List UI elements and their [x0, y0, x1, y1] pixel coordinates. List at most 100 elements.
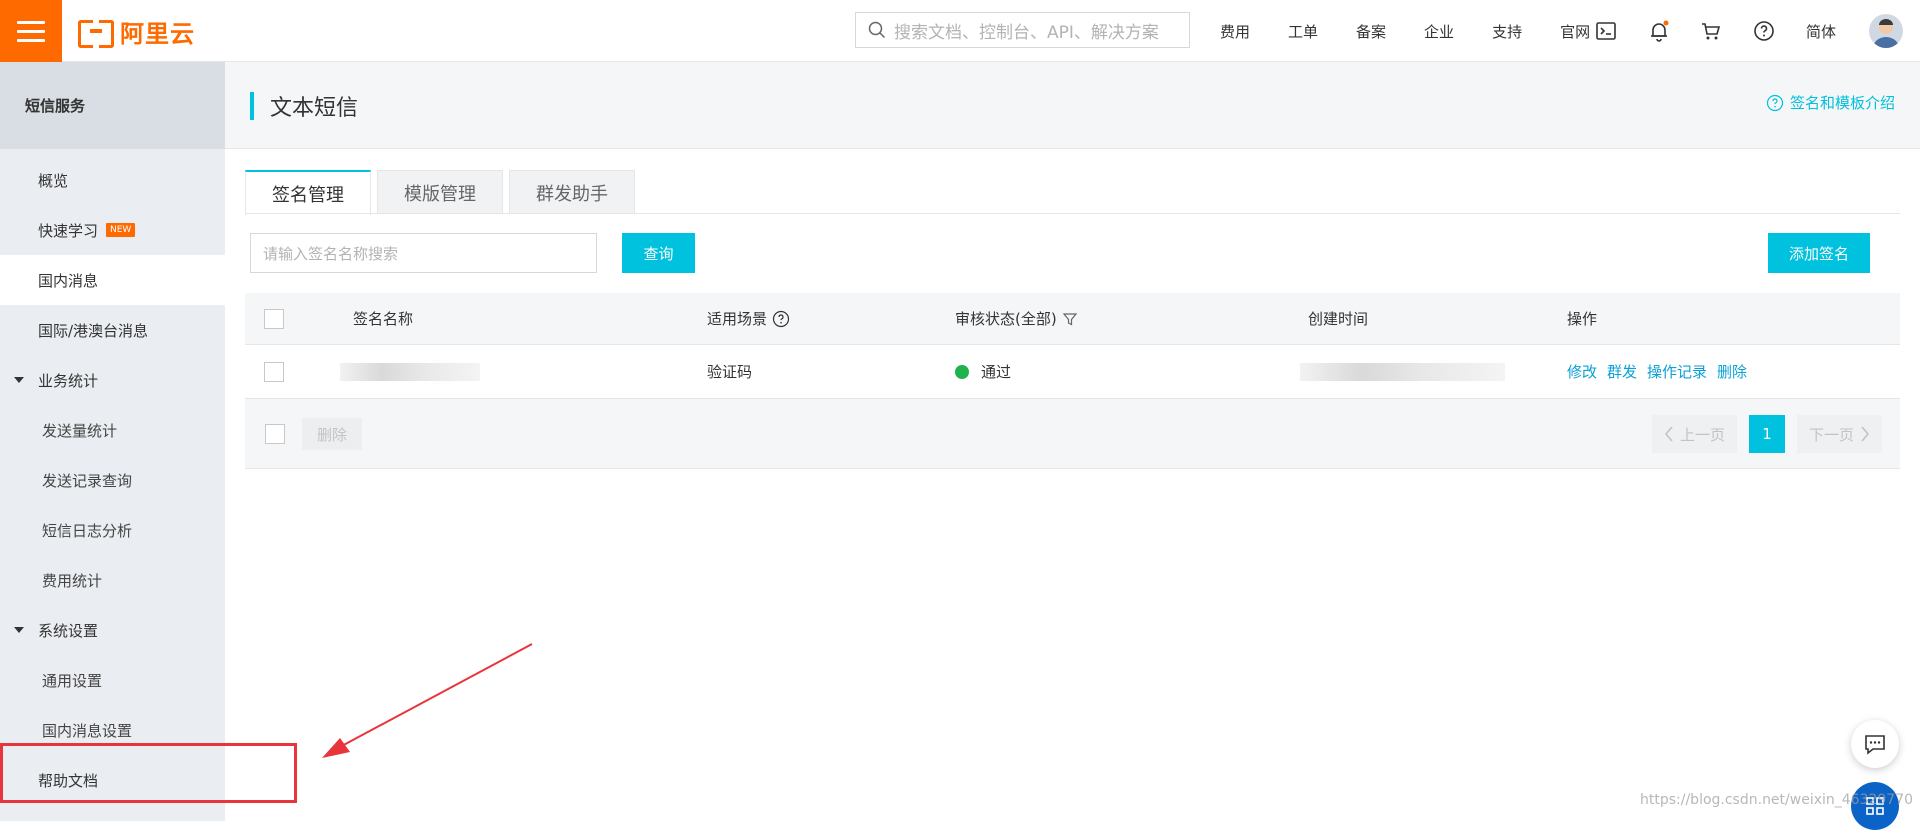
global-search-input[interactable]: 搜索文档、控制台、API、解决方案 [855, 12, 1190, 48]
row-status: 通过 [955, 345, 1011, 398]
current-page-button[interactable]: 1 [1748, 415, 1785, 453]
edit-link[interactable]: 修改 [1567, 361, 1597, 382]
pagination: 上一页 1 下一页 [1651, 415, 1882, 453]
sidebar-item-send-records[interactable]: 发送记录查询 [0, 455, 225, 505]
row-checkbox[interactable] [264, 361, 284, 382]
sidebar-group-business-stats[interactable]: 业务统计 [0, 355, 225, 405]
signature-search-input[interactable]: 请输入签名名称搜索 [250, 233, 597, 273]
question-circle-icon [1766, 94, 1784, 111]
table-header: 签名名称 适用场景 审核状态(全部) 创建时间 操作 [245, 293, 1900, 345]
hamburger-menu-button[interactable] [0, 0, 62, 62]
caret-down-icon [14, 627, 24, 633]
sidebar-item-overview[interactable]: 概览 [0, 155, 225, 205]
menu-line [17, 38, 45, 42]
batch-delete-button[interactable]: 删除 [302, 418, 362, 450]
language-switch[interactable]: 简体 [1806, 21, 1836, 42]
sidebar-item-label: 通用设置 [42, 671, 103, 690]
sidebar-menu: 概览 快速学习 NEW 国内消息 国际/港澳台消息 业务统计 发送量统计 发送记… [0, 149, 225, 805]
prev-page-label: 上一页 [1679, 425, 1725, 444]
sidebar-group-system-settings[interactable]: 系统设置 [0, 605, 225, 655]
top-link-icp[interactable]: 备案 [1356, 21, 1386, 42]
sidebar-item-label: 费用统计 [42, 571, 103, 590]
sidebar-item-log-analysis[interactable]: 短信日志分析 [0, 505, 225, 555]
top-link-tickets[interactable]: 工单 [1288, 21, 1318, 42]
page-header: 文本短信 签名和模板介绍 [225, 62, 1920, 149]
tab-bar: 签名管理 模版管理 群发助手 [245, 170, 641, 215]
page-title: 文本短信 [270, 96, 359, 121]
sidebar-item-domestic-messages[interactable]: 国内消息 [0, 255, 225, 305]
sidebar-item-general-settings[interactable]: 通用设置 [0, 655, 225, 705]
search-placeholder: 搜索文档、控制台、API、解决方案 [894, 22, 1159, 43]
tabs-divider [245, 213, 1900, 214]
signature-table: 签名名称 适用场景 审核状态(全部) 创建时间 操作 验证码 通过 修改 群发 … [245, 293, 1900, 469]
sidebar-item-label: 发送量统计 [42, 421, 118, 440]
sidebar: 短信服务 概览 快速学习 NEW 国内消息 国际/港澳台消息 业务统计 发送量统… [0, 62, 225, 821]
row-actions: 修改 群发 操作记录 删除 [1567, 345, 1757, 398]
status-success-dot-icon [955, 364, 969, 379]
sidebar-item-label: 概览 [38, 171, 69, 190]
column-header-created-time: 创建时间 [1308, 310, 1369, 328]
sidebar-title: 短信服务 [0, 62, 225, 149]
sidebar-item-international-messages[interactable]: 国际/港澳台消息 [0, 305, 225, 355]
row-scene: 验证码 [707, 363, 753, 381]
sidebar-item-cost-stats[interactable]: 费用统计 [0, 555, 225, 605]
signature-template-intro-link[interactable]: 签名和模板介绍 [1766, 92, 1895, 113]
column-header-status: 审核状态(全部) [955, 293, 1078, 344]
signature-search-placeholder: 请输入签名名称搜索 [263, 244, 399, 263]
sidebar-item-label: 短信日志分析 [42, 521, 133, 540]
annotation-highlight-box [0, 743, 297, 803]
menu-line [17, 20, 45, 24]
next-page-button[interactable]: 下一页 [1796, 415, 1882, 453]
top-links: 费用 工单 备案 企业 支持 官网 [1220, 0, 1628, 62]
caret-down-icon [14, 377, 24, 383]
chat-float-button[interactable] [1851, 720, 1899, 768]
sidebar-item-send-volume[interactable]: 发送量统计 [0, 405, 225, 455]
redacted-created-time [1300, 362, 1505, 381]
notification-bell-icon[interactable] [1647, 19, 1671, 43]
new-badge: NEW [106, 223, 136, 237]
prev-page-button[interactable]: 上一页 [1651, 415, 1737, 453]
column-header-scene: 适用场景 [707, 293, 790, 344]
next-page-label: 下一页 [1808, 425, 1854, 444]
sidebar-item-label: 业务统计 [38, 371, 99, 390]
sidebar-item-label: 国内消息设置 [42, 721, 133, 740]
help-icon[interactable] [1752, 19, 1776, 43]
aliyun-logo-icon [78, 20, 114, 48]
query-button[interactable]: 查询 [622, 233, 695, 273]
sidebar-item-label: 国内消息 [38, 271, 99, 290]
aliyun-logo[interactable]: 阿里云 [78, 16, 195, 48]
tab-bulk-send-assistant[interactable]: 群发助手 [509, 170, 635, 214]
add-signature-button[interactable]: 添加签名 [1768, 233, 1870, 273]
table-footer: 删除 上一页 1 下一页 [245, 399, 1900, 469]
filter-icon[interactable] [1062, 311, 1078, 327]
search-icon [868, 21, 886, 39]
chevron-right-icon [1861, 426, 1870, 442]
title-accent-bar [250, 92, 254, 120]
chevron-left-icon [1664, 426, 1673, 442]
chat-bubble-icon [1865, 735, 1885, 755]
top-navbar: 阿里云 搜索文档、控制台、API、解决方案 费用 工单 备案 企业 支持 官网 … [0, 0, 1920, 62]
table-row: 验证码 通过 修改 群发 操作记录 删除 [245, 345, 1900, 399]
delete-link[interactable]: 删除 [1717, 361, 1747, 382]
logo-text: 阿里云 [120, 19, 195, 48]
top-link-enterprise[interactable]: 企业 [1424, 21, 1454, 42]
status-label: 通过 [981, 363, 1012, 381]
tab-template-management[interactable]: 模版管理 [377, 170, 503, 214]
help-link-label: 签名和模板介绍 [1789, 94, 1895, 112]
terminal-icon[interactable] [1594, 19, 1618, 43]
top-link-official-site[interactable]: 官网 [1560, 21, 1590, 42]
top-link-support[interactable]: 支持 [1492, 21, 1522, 42]
csdn-watermark: https://blog.csdn.net/weixin_46329770 [1640, 792, 1914, 808]
menu-line [17, 29, 45, 33]
sidebar-item-quick-learn[interactable]: 快速学习 NEW [0, 205, 225, 255]
footer-select-all-checkbox[interactable] [265, 423, 285, 444]
user-avatar[interactable] [1869, 14, 1903, 48]
column-header-signature-name: 签名名称 [353, 310, 414, 328]
tab-signature-management[interactable]: 签名管理 [245, 170, 371, 215]
bulk-send-link[interactable]: 群发 [1607, 361, 1637, 382]
top-link-fees[interactable]: 费用 [1220, 21, 1250, 42]
cart-icon[interactable] [1699, 19, 1723, 43]
operation-log-link[interactable]: 操作记录 [1647, 361, 1707, 382]
select-all-checkbox[interactable] [264, 308, 284, 329]
question-circle-icon[interactable] [772, 310, 790, 328]
